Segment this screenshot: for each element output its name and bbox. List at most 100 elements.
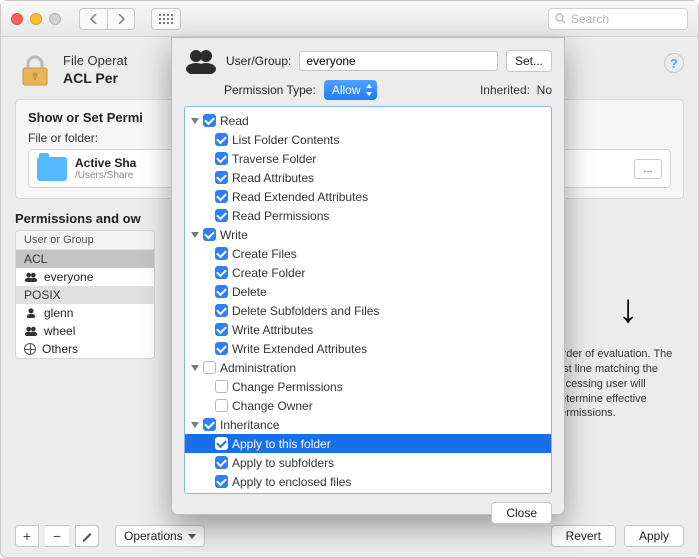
globe-icon <box>24 343 36 355</box>
checkbox[interactable] <box>215 342 228 355</box>
checkbox[interactable] <box>215 323 228 336</box>
category-acl[interactable]: ACL <box>16 250 154 268</box>
tree-item[interactable]: Create Folder <box>185 263 551 282</box>
remove-button[interactable]: − <box>45 525 69 547</box>
permission-type-label: Permission Type: <box>224 83 316 97</box>
set-button[interactable]: Set... <box>506 50 552 72</box>
checkbox[interactable] <box>215 133 228 146</box>
tree-item[interactable]: Write Extended Attributes <box>185 339 551 358</box>
tree-label: Read Permissions <box>232 209 329 223</box>
disclosure-triangle-icon[interactable] <box>191 365 199 371</box>
tree-item[interactable]: Delete <box>185 282 551 301</box>
add-button[interactable]: + <box>15 525 39 547</box>
users-icon <box>184 48 218 74</box>
tree-item[interactable]: Read Permissions <box>185 206 551 225</box>
tree-label: Delete <box>232 285 267 299</box>
close-button[interactable]: Close <box>491 502 552 524</box>
list-item[interactable]: glenn <box>16 304 154 322</box>
tree-item[interactable]: Read Extended Attributes <box>185 187 551 206</box>
tree-item[interactable]: Apply to enclosed files <box>185 472 551 491</box>
checkbox[interactable] <box>215 266 228 279</box>
checkbox[interactable] <box>215 399 228 412</box>
checkbox[interactable] <box>215 437 228 450</box>
close-window-icon[interactable] <box>11 13 23 25</box>
tree-item[interactable]: Apply to subfolders <box>185 453 551 472</box>
search-placeholder: Search <box>571 12 609 26</box>
checkbox[interactable] <box>215 209 228 222</box>
page-title: ACL Per <box>63 70 127 86</box>
user-group-list[interactable]: User or Group ACL everyone POSIX glenn w… <box>15 230 155 359</box>
nav-buttons <box>79 8 135 30</box>
checkbox[interactable] <box>215 304 228 317</box>
tree-group[interactable]: Inheritance <box>185 415 551 434</box>
tree-group[interactable]: Administration <box>185 358 551 377</box>
checkbox[interactable] <box>203 228 216 241</box>
tree-group[interactable]: Read <box>185 111 551 130</box>
search-input[interactable]: Search <box>548 8 688 30</box>
disclosure-triangle-icon[interactable] <box>191 118 199 124</box>
list-item[interactable]: Others <box>16 340 154 358</box>
tree-label: Change Permissions <box>232 380 343 394</box>
tree-item[interactable]: Change Permissions <box>185 377 551 396</box>
help-button[interactable]: ? <box>664 53 684 73</box>
checkbox[interactable] <box>215 285 228 298</box>
tree-label: List Folder Contents <box>232 133 339 147</box>
tree-item[interactable]: Traverse Folder <box>185 149 551 168</box>
choose-file-button[interactable]: ... <box>634 159 662 179</box>
back-button[interactable] <box>79 8 107 30</box>
list-item[interactable]: everyone <box>16 268 154 286</box>
operations-menu[interactable]: Operations <box>115 525 205 547</box>
disclosure-triangle-icon[interactable] <box>191 422 199 428</box>
apply-button[interactable]: Apply <box>624 525 684 547</box>
minimize-window-icon[interactable] <box>30 13 42 25</box>
tree-item[interactable]: Delete Subfolders and Files <box>185 301 551 320</box>
forward-button[interactable] <box>107 8 135 30</box>
zoom-window-icon[interactable] <box>49 13 61 25</box>
user-group-input[interactable] <box>299 51 498 71</box>
category-posix[interactable]: POSIX <box>16 286 154 304</box>
breadcrumb: File Operat <box>63 53 127 68</box>
tree-label: Write <box>220 228 248 242</box>
checkbox[interactable] <box>203 361 216 374</box>
checkbox[interactable] <box>215 190 228 203</box>
tree-label: Read Extended Attributes <box>232 190 368 204</box>
checkbox[interactable] <box>203 418 216 431</box>
checkbox[interactable] <box>215 456 228 469</box>
users-icon <box>24 326 38 336</box>
checkbox[interactable] <box>215 247 228 260</box>
arrow-down-icon: ↓ <box>618 287 638 332</box>
folder-icon <box>37 157 67 181</box>
tree-group[interactable]: Write <box>185 225 551 244</box>
revert-button[interactable]: Revert <box>551 525 616 547</box>
tree-item[interactable]: Apply to this folder <box>185 434 551 453</box>
tree-label: Change Owner <box>232 399 313 413</box>
tree-item[interactable]: List Folder Contents <box>185 130 551 149</box>
checkbox[interactable] <box>203 114 216 127</box>
help-text: Order of evaluation. The first line matc… <box>554 347 674 421</box>
list-item[interactable]: wheel <box>16 322 154 340</box>
disclosure-triangle-icon[interactable] <box>191 232 199 238</box>
chevron-down-icon <box>188 534 196 539</box>
tree-item[interactable]: Read Attributes <box>185 168 551 187</box>
tree-item[interactable]: Change Owner <box>185 396 551 415</box>
edit-button[interactable] <box>75 525 99 547</box>
checkbox[interactable] <box>215 171 228 184</box>
tree-label: Write Attributes <box>232 323 313 337</box>
checkbox[interactable] <box>215 380 228 393</box>
checkbox[interactable] <box>215 475 228 488</box>
inherited-label: Inherited: No <box>480 83 552 97</box>
tree-label: Delete Subfolders and Files <box>232 304 379 318</box>
file-path: /Users/Share <box>75 170 136 181</box>
window: Search File Operat ACL Per ? Show or Set… <box>0 0 699 558</box>
show-all-button[interactable] <box>151 8 181 30</box>
permissions-tree[interactable]: ReadList Folder ContentsTraverse FolderR… <box>184 106 552 494</box>
checkbox[interactable] <box>215 152 228 165</box>
tree-label: Apply to this folder <box>232 437 331 451</box>
permission-type-select[interactable]: Allow <box>324 80 377 100</box>
tree-label: Write Extended Attributes <box>232 342 367 356</box>
tree-item[interactable]: Apply to all subfolder levels <box>185 491 551 494</box>
tree-item[interactable]: Write Attributes <box>185 320 551 339</box>
tree-item[interactable]: Create Files <box>185 244 551 263</box>
users-icon <box>24 272 38 282</box>
tree-label: Create Files <box>232 247 297 261</box>
